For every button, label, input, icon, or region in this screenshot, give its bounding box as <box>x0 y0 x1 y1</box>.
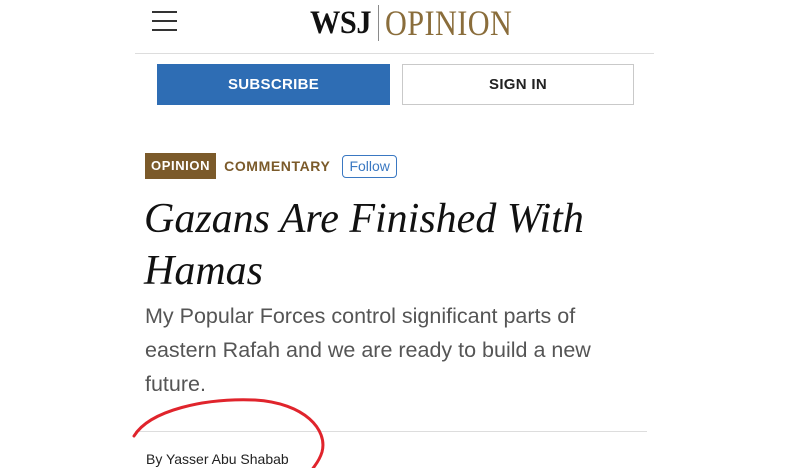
wsj-opinion-article-page: WSJ OPINION SUBSCRIBE SIGN IN OPINION CO… <box>0 0 798 468</box>
masthead-divider <box>378 5 380 41</box>
article-flag-row: OPINION COMMENTARY Follow <box>145 152 397 180</box>
article-dek: My Popular Forces control significant pa… <box>145 304 591 396</box>
byline-divider <box>135 431 647 432</box>
subscribe-button[interactable]: SUBSCRIBE <box>157 64 390 105</box>
header-divider <box>135 53 654 54</box>
article-headline: Gazans Are Finished With Hamas <box>144 196 584 294</box>
follow-button[interactable]: Follow <box>342 154 397 178</box>
sign-in-button[interactable]: SIGN IN <box>402 64 634 105</box>
hamburger-menu-icon[interactable] <box>152 11 177 31</box>
commentary-category-link[interactable]: COMMENTARY <box>224 158 330 174</box>
opinion-section-logo[interactable]: OPINION <box>385 2 512 44</box>
masthead-logo[interactable]: WSJ OPINION <box>310 2 537 44</box>
wsj-logo[interactable]: WSJ <box>310 5 372 42</box>
opinion-section-badge[interactable]: OPINION <box>145 153 217 179</box>
article-byline[interactable]: By Yasser Abu Shabab <box>146 451 289 467</box>
